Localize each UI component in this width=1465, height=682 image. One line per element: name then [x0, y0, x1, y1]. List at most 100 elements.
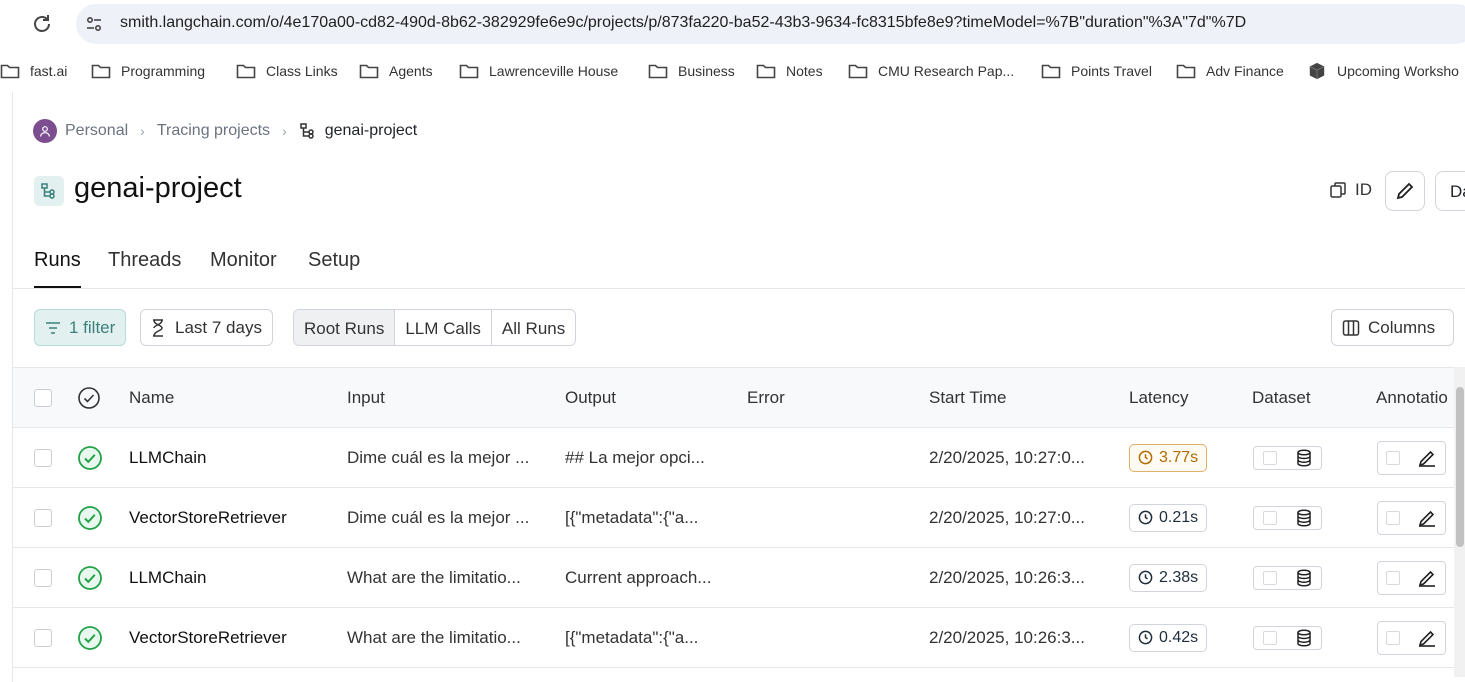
- check-circle-icon[interactable]: [77, 386, 101, 410]
- run-output[interactable]: [{"metadata":{"a...: [565, 488, 735, 547]
- dataset-checkbox: [1263, 570, 1278, 585]
- breadcrumb: Personal › Tracing projects › genai-proj…: [33, 118, 417, 144]
- latency-badge: 3.77s: [1129, 443, 1208, 472]
- status-cell: [77, 488, 103, 547]
- annotate-button[interactable]: [1377, 440, 1446, 475]
- annotate-button[interactable]: [1377, 620, 1446, 655]
- table-row[interactable]: LLMChain What are the limitatio... Current…: [13, 548, 1465, 608]
- success-icon: [78, 565, 102, 590]
- pencil-icon: [1418, 630, 1435, 647]
- latency-value: 0.42s: [1159, 628, 1199, 646]
- tab-runs[interactable]: Runs: [34, 249, 81, 288]
- table-header: Name Input Output Error Start Time Laten…: [13, 367, 1465, 428]
- header-annotation[interactable]: Annotatio: [1376, 368, 1454, 427]
- copy-id-button[interactable]: ID: [1329, 180, 1372, 200]
- row-checkbox[interactable]: [34, 568, 52, 587]
- time-range-button[interactable]: Last 7 days: [140, 309, 273, 346]
- run-output[interactable]: Current approach...: [565, 548, 735, 607]
- bookmark-item[interactable]: Points Travel: [1041, 60, 1152, 82]
- copy-icon: [1330, 182, 1346, 198]
- run-output[interactable]: ## La mejor opci...: [565, 428, 735, 487]
- header-error[interactable]: Error: [747, 368, 785, 427]
- site-settings-icon[interactable]: [84, 14, 104, 34]
- annotation-checkbox: [1386, 510, 1401, 525]
- add-to-dataset-button[interactable]: [1253, 565, 1322, 590]
- run-input[interactable]: Dime cuál es la mejor ...: [347, 428, 552, 487]
- bookmark-item[interactable]: Adv Finance: [1176, 60, 1284, 82]
- header-output[interactable]: Output: [565, 368, 616, 427]
- add-to-dataset-button[interactable]: [1253, 505, 1322, 530]
- run-name[interactable]: VectorStoreRetriever: [129, 488, 287, 547]
- all-runs-option[interactable]: All Runs: [492, 310, 575, 345]
- row-checkbox[interactable]: [34, 508, 52, 527]
- data-button[interactable]: Da: [1435, 171, 1465, 211]
- avatar[interactable]: [33, 119, 57, 143]
- status-cell: [77, 548, 103, 607]
- row-checkbox[interactable]: [34, 628, 52, 647]
- header-input[interactable]: Input: [347, 368, 385, 427]
- edit-button[interactable]: [1385, 171, 1425, 211]
- table-row[interactable]: VectorStoreRetriever What are the limitat…: [13, 608, 1465, 668]
- annotate-button[interactable]: [1377, 560, 1446, 595]
- table-row[interactable]: VectorStoreRetriever Dime cuál es la mejo…: [13, 488, 1465, 548]
- dataset-checkbox: [1263, 450, 1278, 465]
- bookmarks-bar: fast.ai Programming Class Links Agents Lawre…: [0, 50, 1465, 92]
- bookmark-item[interactable]: Class Links: [236, 60, 338, 82]
- table-row[interactable]: LLMChain Dime cuál es la mejor ... ## La m…: [13, 428, 1465, 488]
- tab-threads[interactable]: Threads: [108, 249, 181, 286]
- tab-setup[interactable]: Setup: [308, 249, 360, 286]
- bookmark-label: Programming: [121, 63, 206, 79]
- columns-icon: [1342, 319, 1360, 336]
- bookmark-item[interactable]: CMU Research Pap...: [848, 60, 1014, 82]
- folder-icon: [756, 64, 776, 79]
- success-icon: [78, 505, 102, 530]
- row-checkbox-cell: [34, 608, 52, 667]
- id-label: ID: [1355, 180, 1372, 199]
- filter-button[interactable]: 1 filter: [34, 309, 127, 346]
- row-checkbox[interactable]: [34, 448, 52, 467]
- run-input[interactable]: What are the limitatio...: [347, 548, 552, 607]
- folder-icon: [0, 64, 20, 79]
- address-bar[interactable]: smith.langchain.com/o/4e170a00-cd82-490d…: [76, 4, 1465, 44]
- bookmark-label: Adv Finance: [1206, 63, 1284, 79]
- reload-icon[interactable]: [30, 12, 54, 36]
- breadcrumb-section[interactable]: Tracing projects: [157, 122, 270, 140]
- bookmark-item[interactable]: Programming: [91, 60, 205, 82]
- scrollbar-thumb[interactable]: [1456, 387, 1464, 547]
- annotate-button[interactable]: [1377, 500, 1446, 535]
- run-output[interactable]: [{"metadata":{"a...: [565, 608, 735, 667]
- header-latency[interactable]: Latency: [1129, 368, 1189, 427]
- add-to-dataset-button[interactable]: [1253, 445, 1322, 470]
- clock-icon: [1138, 570, 1153, 585]
- clock-icon: [1138, 450, 1153, 465]
- breadcrumb-workspace[interactable]: Personal: [65, 122, 128, 140]
- bookmark-item[interactable]: fast.ai: [0, 60, 67, 82]
- bookmark-item[interactable]: Upcoming Worksho: [1307, 60, 1459, 82]
- run-name[interactable]: LLMChain: [129, 548, 207, 607]
- table-scrollbar[interactable]: [1454, 367, 1465, 677]
- run-name[interactable]: VectorStoreRetriever: [129, 608, 287, 667]
- run-input[interactable]: What are the limitatio...: [347, 608, 552, 667]
- llm-calls-option[interactable]: LLM Calls: [395, 310, 492, 345]
- run-name[interactable]: LLMChain: [129, 428, 207, 487]
- root-runs-option[interactable]: Root Runs: [294, 310, 396, 345]
- add-to-dataset-button[interactable]: [1253, 625, 1322, 650]
- cube-icon: [1309, 62, 1325, 80]
- bookmark-item[interactable]: Agents: [359, 60, 433, 82]
- bookmark-item[interactable]: Lawrenceville House: [459, 60, 618, 82]
- chevron-right-icon: ›: [140, 123, 145, 139]
- bookmark-label: Class Links: [266, 63, 338, 79]
- header-dataset[interactable]: Dataset: [1252, 368, 1311, 427]
- bookmark-item[interactable]: Business: [648, 60, 735, 82]
- run-input[interactable]: Dime cuál es la mejor ...: [347, 488, 552, 547]
- header-start-time[interactable]: Start Time: [929, 368, 1006, 427]
- bookmark-item[interactable]: Notes: [756, 60, 823, 82]
- tab-monitor[interactable]: Monitor: [210, 249, 277, 286]
- select-all-checkbox[interactable]: [34, 388, 52, 407]
- header-name[interactable]: Name: [129, 368, 174, 427]
- success-icon: [78, 445, 102, 470]
- columns-button[interactable]: Columns: [1331, 309, 1454, 346]
- pencil-icon: [1418, 450, 1435, 467]
- url-text[interactable]: smith.langchain.com/o/4e170a00-cd82-490d…: [120, 14, 1246, 32]
- time-range-label: Last 7 days: [175, 317, 262, 337]
